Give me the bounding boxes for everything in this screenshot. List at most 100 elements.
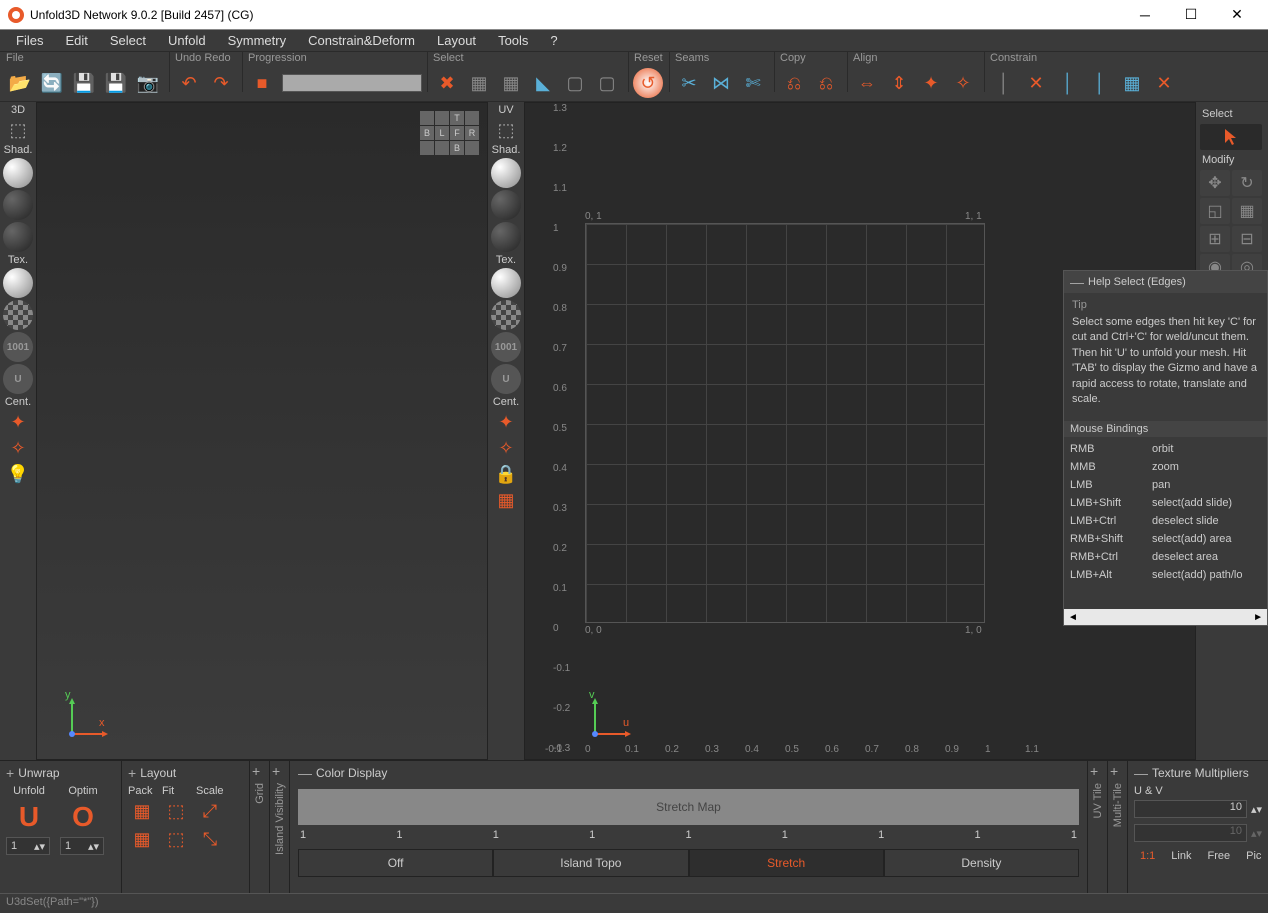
stop-icon[interactable]: ■ xyxy=(247,68,277,98)
pack-1-icon[interactable]: ▦ xyxy=(128,797,156,825)
cent-1-icon[interactable]: ✦ xyxy=(3,410,33,434)
tab-island-topo[interactable]: Island Topo xyxy=(493,849,688,877)
save-as-icon[interactable]: 💾 xyxy=(101,68,131,98)
multi-tile-plus-icon[interactable]: + xyxy=(1110,763,1125,779)
menu-unfold[interactable]: Unfold xyxy=(158,31,216,50)
optim-button[interactable]: O xyxy=(60,797,106,837)
help-scroll[interactable]: RMBorbitMMBzoomLMBpanLMB+Shiftselect(add… xyxy=(1064,439,1267,609)
uv-tex-checker-icon[interactable] xyxy=(491,300,521,330)
save-icon[interactable]: 💾 xyxy=(69,68,99,98)
nav-front[interactable]: F xyxy=(450,126,464,140)
menu-edit[interactable]: Edit xyxy=(55,31,97,50)
scale-1-icon[interactable]: ⤢ xyxy=(196,797,224,825)
menu-layout[interactable]: Layout xyxy=(427,31,486,50)
tex-mult-u-input[interactable]: 10 xyxy=(1134,800,1247,818)
reset-icon[interactable]: ↺ xyxy=(633,68,663,98)
nav-top[interactable]: T xyxy=(450,111,464,125)
select-poly-icon[interactable]: ◣ xyxy=(528,68,558,98)
minimize-button[interactable]: ─ xyxy=(1122,0,1168,30)
mod2-icon[interactable]: ⊟ xyxy=(1232,226,1262,252)
select-grid-icon[interactable]: ▦ xyxy=(464,68,494,98)
stretch-map-bar[interactable]: Stretch Map xyxy=(298,789,1079,825)
tm-free-button[interactable]: Free xyxy=(1201,848,1236,864)
select-arrow-icon[interactable] xyxy=(1200,124,1262,150)
unfold-button[interactable]: U xyxy=(6,797,52,837)
select-mat-icon[interactable]: ▢ xyxy=(560,68,590,98)
uv-cent-1-icon[interactable]: ✦ xyxy=(491,410,521,434)
nav-back[interactable]: B xyxy=(420,126,434,140)
uv-cent-2-icon[interactable]: ✧ xyxy=(491,436,521,460)
shader-2-icon[interactable] xyxy=(3,190,33,220)
deform-icon[interactable]: ▦ xyxy=(1232,198,1262,224)
layout-plus-icon[interactable]: + xyxy=(128,765,136,781)
pin3-icon[interactable]: │ xyxy=(1053,68,1083,98)
uv-tile-plus-icon[interactable]: + xyxy=(1090,763,1105,779)
pin2-icon[interactable]: ✕ xyxy=(1021,68,1051,98)
reload-icon[interactable]: 🔄 xyxy=(37,68,67,98)
rotate-icon[interactable]: ↻ xyxy=(1232,170,1262,196)
pack-2-icon[interactable]: ▦ xyxy=(128,825,156,853)
camera-icon[interactable]: 📷 xyxy=(133,68,163,98)
spinner-2-icon[interactable]: ▴▾ xyxy=(1251,827,1262,840)
menu-constrain-deform[interactable]: Constrain&Deform xyxy=(298,31,425,50)
cut-icon[interactable]: ✂ xyxy=(674,68,704,98)
select-mgs-icon[interactable]: ▢ xyxy=(592,68,622,98)
tab-off[interactable]: Off xyxy=(298,849,493,877)
tm-11-button[interactable]: 1:1 xyxy=(1134,848,1161,864)
move-icon[interactable]: ✥ xyxy=(1200,170,1230,196)
menu-symmetry[interactable]: Symmetry xyxy=(218,31,297,50)
color-display-minus-icon[interactable]: — xyxy=(298,765,312,781)
unfold-spin[interactable]: 1▴▾ xyxy=(6,837,50,855)
align3-icon[interactable]: ✦ xyxy=(916,68,946,98)
frame-uv-icon[interactable]: ⬚ xyxy=(491,118,521,142)
scale-icon[interactable]: ◱ xyxy=(1200,198,1230,224)
close-button[interactable]: ✕ xyxy=(1214,0,1260,30)
shader-3-icon[interactable] xyxy=(3,222,33,252)
tex-u-icon[interactable]: U xyxy=(3,364,33,394)
align2-icon[interactable]: ⇕ xyxy=(884,68,914,98)
select-clear-icon[interactable]: ✖ xyxy=(432,68,462,98)
fit-1-icon[interactable]: ⬚ xyxy=(162,797,190,825)
light-icon[interactable]: 💡 xyxy=(3,462,33,486)
frame-3d-icon[interactable]: ⬚ xyxy=(3,118,33,142)
select-grid2-icon[interactable]: ▦ xyxy=(496,68,526,98)
redo-icon[interactable]: ↷ xyxy=(206,68,236,98)
nav-left[interactable]: L xyxy=(435,126,449,140)
align4-icon[interactable]: ✧ xyxy=(948,68,978,98)
nav-right[interactable]: R xyxy=(465,126,479,140)
copy2-icon[interactable]: ⎌ xyxy=(811,68,841,98)
maximize-button[interactable]: ☐ xyxy=(1168,0,1214,30)
fit-2-icon[interactable]: ⬚ xyxy=(162,825,190,853)
seam-tool-icon[interactable]: ✄ xyxy=(738,68,768,98)
menu-select[interactable]: Select xyxy=(100,31,156,50)
uv-shader-1-icon[interactable] xyxy=(491,158,521,188)
uv-tex-u-icon[interactable]: U xyxy=(491,364,521,394)
uv-tex-id-icon[interactable]: 1001 xyxy=(491,332,521,362)
pin5-icon[interactable]: ▦ xyxy=(1117,68,1147,98)
viewport-3d[interactable]: T BLFR B x y xyxy=(36,102,488,760)
nav-cube[interactable]: T BLFR B xyxy=(420,111,479,155)
open-icon[interactable]: 📂 xyxy=(5,68,35,98)
island-vis-plus-icon[interactable]: + xyxy=(272,763,287,779)
tex-checker-icon[interactable] xyxy=(3,300,33,330)
weld-icon[interactable]: ⋈ xyxy=(706,68,736,98)
spinner-1-icon[interactable]: ▴▾ xyxy=(1251,803,1262,816)
tex-mult-minus-icon[interactable]: — xyxy=(1134,765,1148,781)
tab-stretch[interactable]: Stretch xyxy=(689,849,884,877)
menu-files[interactable]: Files xyxy=(6,31,53,50)
pin6-icon[interactable]: ✕ xyxy=(1149,68,1179,98)
scale-2-icon[interactable]: ⤡ xyxy=(196,825,224,853)
optim-spin[interactable]: 1▴▾ xyxy=(60,837,104,855)
grid-plus-icon[interactable]: + xyxy=(252,763,267,779)
pin1-icon[interactable]: │ xyxy=(989,68,1019,98)
uv-lock-icon[interactable]: 🔒 xyxy=(491,462,521,486)
pin4-icon[interactable]: │ xyxy=(1085,68,1115,98)
collapse-help-icon[interactable]: — xyxy=(1070,274,1084,290)
align1-icon[interactable]: ⇔ xyxy=(852,68,882,98)
uv-grid-icon[interactable]: ▦ xyxy=(491,488,521,512)
tab-density[interactable]: Density xyxy=(884,849,1079,877)
menu-help[interactable]: ? xyxy=(540,31,567,50)
menu-tools[interactable]: Tools xyxy=(488,31,538,50)
cent-2-icon[interactable]: ✧ xyxy=(3,436,33,460)
uv-shader-2-icon[interactable] xyxy=(491,190,521,220)
